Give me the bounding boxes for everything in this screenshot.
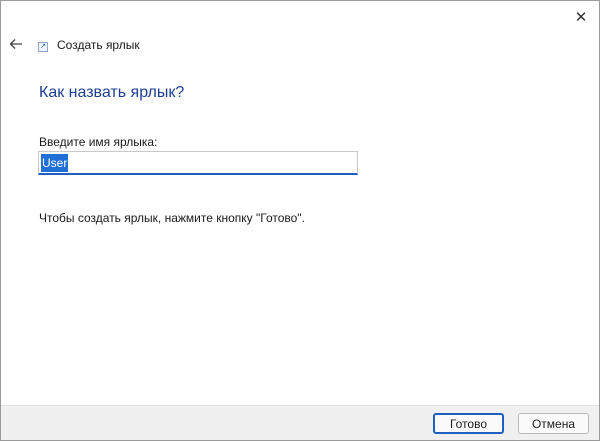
shortcut-name-field[interactable]: User — [38, 151, 358, 175]
name-field-label: Введите имя ярлыка: — [39, 135, 158, 149]
hint-text: Чтобы создать ярлык, нажмите кнопку "Гот… — [39, 211, 305, 225]
create-shortcut-dialog: ✕ ↗ Создать ярлык Как назвать ярлык? Вве… — [0, 0, 600, 441]
back-arrow-icon — [9, 39, 22, 49]
close-button[interactable]: ✕ — [571, 7, 591, 27]
finish-button[interactable]: Готово — [433, 413, 504, 434]
cancel-button[interactable]: Отмена — [518, 413, 589, 434]
page-heading: Как назвать ярлык? — [39, 84, 185, 101]
dialog-footer: Готово Отмена — [1, 405, 599, 440]
dialog-title: Создать ярлык — [57, 38, 140, 52]
close-icon: ✕ — [574, 9, 588, 26]
shortcut-name-value[interactable]: User — [41, 154, 69, 172]
back-button[interactable] — [7, 35, 25, 53]
shortcut-icon: ↗ — [38, 42, 48, 52]
